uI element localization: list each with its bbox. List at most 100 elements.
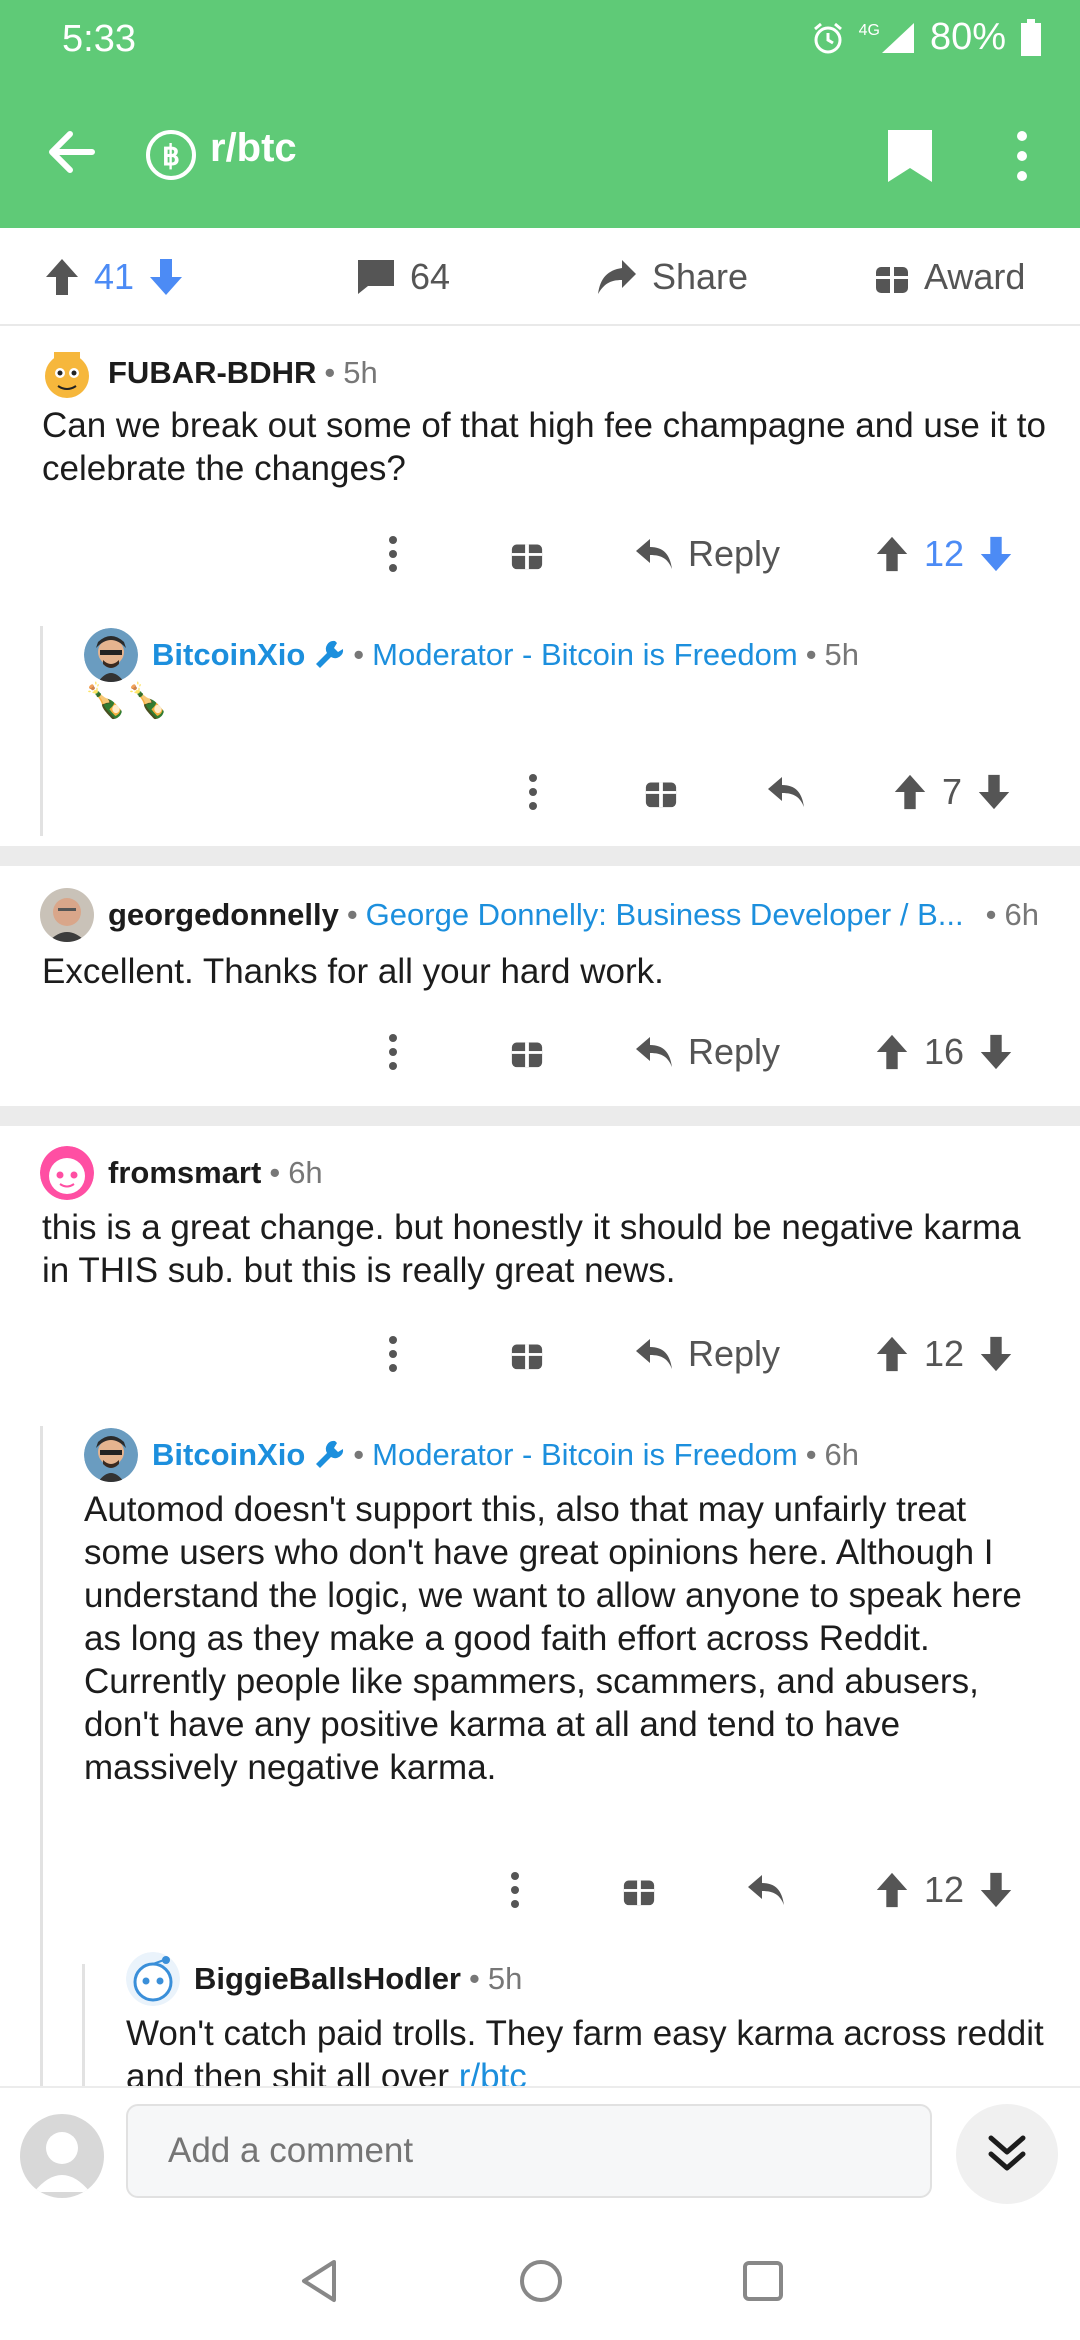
award-button[interactable] bbox=[644, 762, 678, 822]
username[interactable]: fromsmart bbox=[108, 1155, 261, 1191]
gift-icon bbox=[876, 267, 908, 293]
comments-button[interactable]: 64 bbox=[356, 252, 450, 302]
reply-button[interactable]: Reply bbox=[634, 524, 780, 584]
reply-icon bbox=[636, 539, 672, 569]
avatar[interactable] bbox=[40, 888, 94, 942]
reply-button[interactable] bbox=[746, 1860, 786, 1920]
avatar[interactable] bbox=[84, 628, 138, 682]
downvote-icon[interactable] bbox=[976, 773, 1012, 811]
thread-separator bbox=[0, 1106, 1080, 1126]
downvote-icon[interactable] bbox=[978, 1033, 1014, 1071]
vertical-dots-icon bbox=[529, 774, 537, 810]
reply-icon bbox=[636, 1037, 672, 1067]
comment-time: 6h bbox=[1004, 897, 1039, 932]
award-button[interactable] bbox=[510, 1022, 544, 1082]
user-flair: George Donnelly: Business Developer / B.… bbox=[365, 897, 964, 932]
separator-dot: • bbox=[985, 897, 997, 932]
comment-actions: Reply 16 bbox=[0, 1022, 1080, 1082]
back-nav-icon[interactable] bbox=[296, 2256, 346, 2306]
separator-dot: • bbox=[805, 1437, 817, 1472]
comment-body: Automod doesn't support this, also that … bbox=[84, 1490, 1022, 1787]
upvote-icon[interactable] bbox=[44, 257, 80, 297]
post-vote-group: 41 bbox=[44, 252, 184, 302]
upvote-icon[interactable] bbox=[874, 1033, 910, 1071]
double-chevron-down-icon bbox=[988, 2135, 1026, 2171]
reply-icon bbox=[636, 1339, 672, 1369]
comment-thread: FUBAR-BDHR • 5h Can we break out some of… bbox=[0, 326, 1080, 846]
reply-button[interactable] bbox=[766, 762, 806, 822]
bookmark-icon[interactable] bbox=[884, 128, 936, 184]
avatar[interactable] bbox=[84, 1428, 138, 1482]
more-options-button[interactable] bbox=[388, 1022, 398, 1082]
battery-percent: 80% bbox=[929, 16, 1006, 58]
separator-dot: • bbox=[469, 1961, 480, 1996]
separator-dot: • bbox=[353, 1437, 365, 1472]
vote-group: 7 bbox=[892, 762, 1012, 822]
user-avatar[interactable] bbox=[20, 2114, 104, 2198]
comment-text: Won't catch paid trolls. They farm easy … bbox=[126, 2014, 1044, 2096]
separator-dot: • bbox=[805, 637, 817, 672]
collapse-comments-button[interactable] bbox=[956, 2104, 1058, 2204]
share-label: Share bbox=[652, 256, 749, 297]
more-options-button[interactable] bbox=[388, 524, 398, 584]
reply-icon bbox=[748, 1875, 784, 1905]
username[interactable]: FUBAR-BDHR bbox=[108, 355, 316, 391]
comment-header: BitcoinXio • Moderator - Bitcoin is Free… bbox=[84, 628, 859, 682]
gift-icon bbox=[511, 1344, 543, 1370]
downvote-icon[interactable] bbox=[978, 1871, 1014, 1909]
reply-button[interactable]: Reply bbox=[634, 1022, 780, 1082]
reply-label: Reply bbox=[688, 1333, 781, 1374]
comment-actions: Reply 12 bbox=[0, 1324, 1080, 1384]
comments-count: 64 bbox=[410, 256, 451, 297]
upvote-icon[interactable] bbox=[874, 1871, 910, 1909]
award-button[interactable] bbox=[622, 1860, 656, 1920]
home-nav-icon[interactable] bbox=[516, 2256, 566, 2306]
avatar[interactable] bbox=[40, 346, 94, 400]
share-button[interactable]: Share bbox=[596, 252, 748, 302]
more-options-button[interactable] bbox=[388, 1324, 398, 1384]
reply-label: Reply bbox=[688, 533, 781, 574]
downvote-icon[interactable] bbox=[978, 1335, 1014, 1373]
comment-input[interactable] bbox=[126, 2104, 932, 2198]
more-options-button[interactable] bbox=[510, 1860, 520, 1920]
thread-line bbox=[82, 1964, 85, 2086]
username[interactable]: BitcoinXio bbox=[152, 1437, 305, 1473]
reply-button[interactable]: Reply bbox=[634, 1324, 780, 1384]
award-button[interactable] bbox=[510, 1324, 544, 1384]
comment-score: 12 bbox=[924, 1869, 965, 1910]
vote-group: 16 bbox=[874, 1022, 1014, 1082]
comment-body: this is a great change. but honestly it … bbox=[42, 1208, 1021, 1290]
award-button[interactable] bbox=[510, 524, 544, 584]
downvote-icon[interactable] bbox=[978, 535, 1014, 573]
app-bar: ฿ r/btc bbox=[0, 80, 1080, 228]
vertical-dots-icon bbox=[511, 1872, 519, 1908]
avatar[interactable] bbox=[126, 1952, 180, 2006]
recents-nav-icon[interactable] bbox=[738, 2256, 788, 2306]
subreddit-icon[interactable]: ฿ bbox=[146, 130, 196, 180]
award-button[interactable]: Award bbox=[874, 252, 1025, 302]
more-options-button[interactable] bbox=[528, 762, 538, 822]
status-bar: 5:33 4G 80% bbox=[0, 0, 1080, 80]
separator-dot: • bbox=[346, 897, 358, 932]
comment-body: Can we break out some of that high fee c… bbox=[42, 406, 1046, 488]
avatar[interactable] bbox=[40, 1146, 94, 1200]
username[interactable]: BitcoinXio bbox=[152, 637, 305, 673]
username[interactable]: BiggieBallsHodler bbox=[194, 1961, 461, 1997]
more-options-icon[interactable] bbox=[1004, 126, 1040, 186]
upvote-icon[interactable] bbox=[874, 1335, 910, 1373]
comment-time: 5h bbox=[824, 637, 860, 672]
comment-header: FUBAR-BDHR • 5h bbox=[40, 346, 378, 400]
downvote-icon[interactable] bbox=[148, 257, 184, 297]
username[interactable]: georgedonnelly bbox=[108, 897, 339, 933]
upvote-icon[interactable] bbox=[892, 773, 928, 811]
separator-dot: • bbox=[269, 1155, 281, 1190]
comment-actions: Reply 12 bbox=[0, 524, 1080, 584]
subreddit-name[interactable]: r/btc bbox=[210, 126, 297, 171]
comment-actions: 7 bbox=[0, 762, 1080, 822]
user-flair: Moderator - Bitcoin is Freedom bbox=[372, 637, 798, 672]
vote-group: 12 bbox=[874, 524, 1014, 584]
comment-composer-bar bbox=[0, 2086, 1080, 2218]
back-arrow-icon[interactable] bbox=[42, 122, 102, 182]
upvote-icon[interactable] bbox=[874, 535, 910, 573]
comment-time: 5h bbox=[343, 355, 378, 390]
